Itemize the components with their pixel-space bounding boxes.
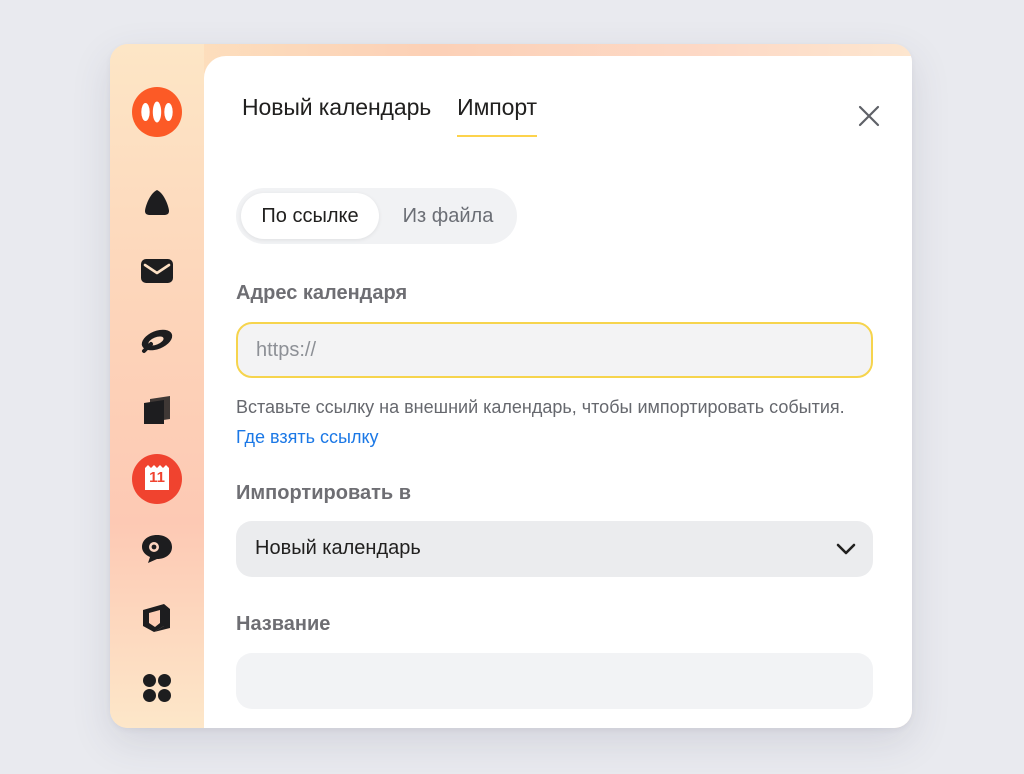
telemost-icon[interactable] bbox=[127, 314, 187, 366]
calendar-date-badge: 11 bbox=[149, 469, 165, 486]
where-to-get-link[interactable]: Где взять ссылку bbox=[236, 427, 379, 447]
calendar-name-label: Название bbox=[236, 613, 331, 635]
by-link-option[interactable]: По ссылке bbox=[241, 193, 379, 239]
services-sidebar: 11 bbox=[110, 44, 204, 728]
from-file-option[interactable]: Из файла bbox=[382, 193, 514, 239]
import-source-switch: По ссылке Из файла bbox=[236, 188, 517, 244]
calendar-address-label: Адрес календаря bbox=[236, 282, 408, 304]
disk-icon[interactable] bbox=[127, 384, 187, 436]
yandex-360-logo-icon[interactable] bbox=[127, 86, 187, 138]
address-hint-text: Вставьте ссылку на внешний календарь, чт… bbox=[236, 397, 845, 417]
messenger-icon[interactable] bbox=[127, 523, 187, 575]
notes-icon[interactable] bbox=[127, 592, 187, 644]
address-hint: Вставьте ссылку на внешний календарь, чт… bbox=[236, 392, 876, 452]
calendar-address-field bbox=[236, 322, 873, 378]
import-to-select[interactable]: Новый календарь bbox=[236, 521, 873, 577]
calendar-icon[interactable]: 11 bbox=[127, 453, 187, 505]
chevron-down-icon bbox=[836, 543, 856, 555]
dialog-tabs: Новый календарь Импорт bbox=[242, 94, 537, 137]
import-calendar-dialog: Новый календарь Импорт По ссылке Из файл… bbox=[204, 56, 912, 728]
import-to-selected-value: Новый календарь bbox=[255, 537, 421, 559]
calendar-name-input[interactable] bbox=[236, 653, 873, 709]
close-icon bbox=[858, 105, 880, 127]
tab-import[interactable]: Импорт bbox=[457, 94, 537, 137]
all-services-icon[interactable] bbox=[127, 662, 187, 714]
close-button[interactable] bbox=[856, 103, 882, 129]
import-to-label: Импортировать в bbox=[236, 482, 412, 504]
calendar-address-input[interactable] bbox=[238, 324, 871, 376]
calendar-name-field bbox=[236, 653, 873, 709]
tab-new-calendar[interactable]: Новый календарь bbox=[242, 94, 431, 137]
mail-icon[interactable] bbox=[127, 245, 187, 297]
app-window: 11 Новый календарь Импорт По ссылке Из ф… bbox=[110, 44, 912, 728]
cloud-drop-icon[interactable] bbox=[127, 176, 187, 228]
